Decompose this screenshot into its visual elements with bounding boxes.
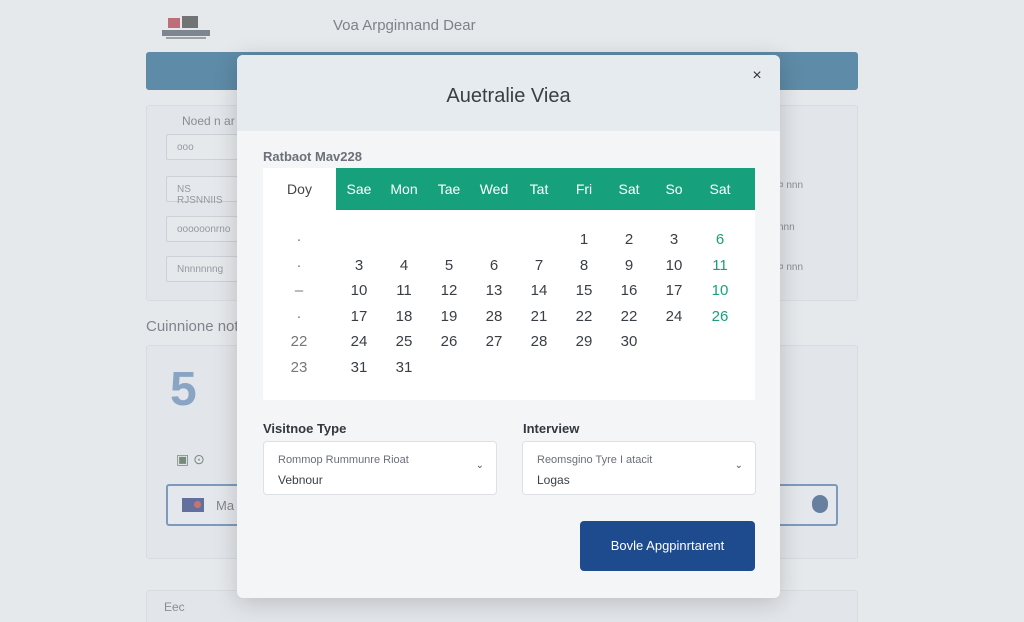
calendar-day[interactable]: 19	[429, 306, 469, 328]
calendar-day[interactable]: 14	[519, 280, 559, 302]
calendar-day[interactable]: 21	[519, 306, 559, 328]
calendar-day[interactable]: 9	[609, 255, 649, 277]
visa-modal: Auetralie Viea × Ratbaot Mav228 Doy Sae M…	[237, 55, 780, 598]
calendar-day[interactable]: 26	[700, 306, 740, 328]
visa-type-placeholder: Rommop Rummunre Rioat	[278, 454, 409, 466]
weekday-header: Tae	[437, 181, 461, 197]
calendar-day[interactable]: 4	[384, 255, 424, 277]
week-side-label: 22	[290, 333, 308, 350]
calendar-day[interactable]: 26	[429, 331, 469, 353]
weekday-header: Sat	[709, 181, 731, 197]
visa-type-value: Vebnour	[278, 473, 323, 487]
calendar-day[interactable]: 28	[519, 331, 559, 353]
modal-header: Auetralie Viea ×	[237, 55, 780, 131]
calendar-day[interactable]: 5	[429, 255, 469, 277]
calendar-day[interactable]: 22	[609, 306, 649, 328]
week-side-label: –	[294, 282, 304, 299]
calendar-day[interactable]: 7	[519, 255, 559, 277]
calendar-day[interactable]: 24	[339, 331, 379, 353]
calendar-day[interactable]: 11	[384, 280, 424, 302]
weekday-header: Wed	[479, 181, 509, 197]
calendar-day[interactable]: 6	[700, 229, 740, 251]
interview-placeholder: Reomsgino Tyre I atacit	[537, 454, 653, 466]
day-column-label: Doy	[263, 168, 336, 210]
calendar-day[interactable]: 30	[609, 331, 649, 353]
week-side-label: ·	[296, 308, 302, 325]
calendar-day[interactable]: 10	[700, 280, 740, 302]
calendar-day[interactable]: 31	[384, 357, 424, 379]
visa-type-select[interactable]: Rommop Rummunre Rioat Vebnour ⌄	[263, 441, 497, 495]
calendar-day[interactable]: 10	[339, 280, 379, 302]
calendar-day[interactable]: 22	[564, 306, 604, 328]
calendar-day[interactable]: 16	[609, 280, 649, 302]
weekday-bar: Sae Mon Tae Wed Tat Fri Sat So Sat	[336, 168, 755, 210]
calendar-day[interactable]: 25	[384, 331, 424, 353]
calendar-day[interactable]: 28	[474, 306, 514, 328]
weekday-header: Sat	[618, 181, 640, 197]
calendar-day[interactable]: 1	[564, 229, 604, 251]
calendar-day[interactable]: 31	[339, 357, 379, 379]
weekday-header: Tat	[529, 181, 549, 197]
interview-select[interactable]: Reomsgino Tyre I atacit Logas ⌄	[522, 441, 756, 495]
week-side-label: 23	[290, 359, 308, 376]
chevron-down-icon: ⌄	[475, 460, 484, 471]
weekday-header: Fri	[575, 181, 593, 197]
calendar-day[interactable]: 27	[474, 331, 514, 353]
calendar-day[interactable]: 17	[654, 280, 694, 302]
calendar-day[interactable]: 3	[339, 255, 379, 277]
week-side-label: ·	[296, 231, 302, 248]
weekday-header: Mon	[390, 181, 418, 197]
calendar-day[interactable]: 2	[609, 229, 649, 251]
interview-value: Logas	[537, 473, 570, 487]
weekday-header: Sae	[346, 181, 372, 197]
close-icon[interactable]: ×	[746, 65, 768, 87]
calendar-day[interactable]: 8	[564, 255, 604, 277]
calendar-day[interactable]: 15	[564, 280, 604, 302]
calendar-day[interactable]: 3	[654, 229, 694, 251]
calendar: Doy Sae Mon Tae Wed Tat Fri Sat So Sat · · – · 22 23 1…	[263, 168, 755, 400]
week-side-label: ·	[296, 257, 302, 274]
calendar-header: Doy Sae Mon Tae Wed Tat Fri Sat So Sat	[263, 168, 755, 210]
calendar-day[interactable]: 13	[474, 280, 514, 302]
book-appointment-button[interactable]: Bovle Apgpinrtarent	[580, 521, 755, 571]
calendar-day[interactable]: 12	[429, 280, 469, 302]
calendar-day[interactable]: 6	[474, 255, 514, 277]
calendar-day[interactable]: 10	[654, 255, 694, 277]
calendar-day[interactable]: 24	[654, 306, 694, 328]
calendar-caption: Ratbaot Mav228	[263, 149, 362, 164]
calendar-day[interactable]: 11	[700, 255, 740, 277]
visa-type-label: Visitnoe Type	[263, 421, 347, 436]
weekday-header: So	[665, 181, 683, 197]
calendar-day[interactable]: 18	[384, 306, 424, 328]
interview-label: Interview	[523, 421, 580, 436]
modal-title: Auetralie Viea	[446, 85, 571, 107]
calendar-day[interactable]: 17	[339, 306, 379, 328]
chevron-down-icon: ⌄	[734, 460, 743, 471]
calendar-day[interactable]: 29	[564, 331, 604, 353]
